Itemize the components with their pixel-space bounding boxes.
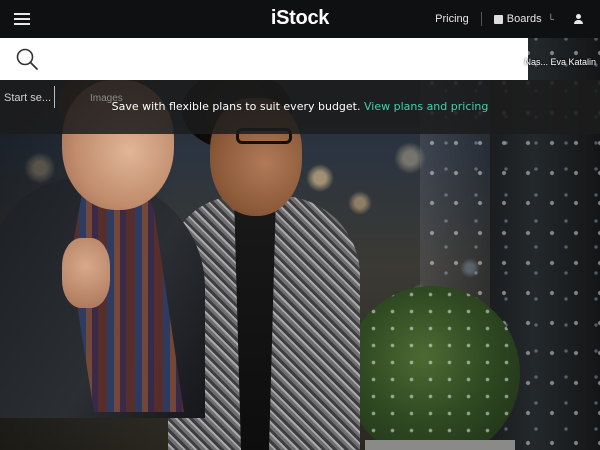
search-icon[interactable] — [15, 47, 39, 71]
top-nav-bar: iStock Pricing Boards └ — [0, 0, 600, 38]
hero-shrub-lights — [345, 286, 520, 450]
user-icon[interactable] — [568, 0, 590, 38]
promo-message: Save with flexible plans to suit every b… — [0, 100, 600, 113]
boards-label: Boards — [506, 13, 542, 25]
nav-right-group: Pricing Boards └ — [435, 0, 600, 38]
view-plans-link[interactable]: View plans and pricing — [364, 100, 488, 113]
boards-icon — [493, 14, 503, 24]
menu-icon[interactable] — [14, 13, 30, 25]
nav-divider — [480, 12, 482, 26]
chevron-down-icon: └ — [547, 14, 554, 24]
photo-credit: Nas... Eva Katalin — [524, 57, 596, 67]
pricing-link[interactable]: Pricing — [435, 13, 469, 25]
promo-text: Save with flexible plans to suit every b… — [111, 100, 361, 113]
boards-button[interactable]: Boards └ — [493, 13, 554, 25]
hero-person-left-hand — [62, 238, 110, 308]
hero-planter — [365, 440, 515, 450]
search-bar[interactable] — [0, 38, 528, 80]
